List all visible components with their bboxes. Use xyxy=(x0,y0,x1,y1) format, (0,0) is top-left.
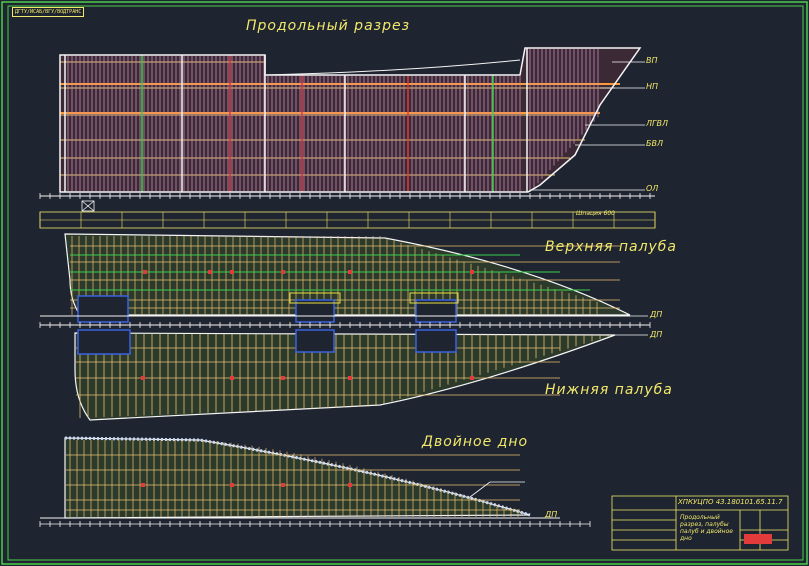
lower-deck-view xyxy=(39,322,651,421)
lower-deck-outline xyxy=(74,332,616,421)
upper-deck-title: Верхняя палуба xyxy=(545,239,678,255)
profile-hull-fill xyxy=(60,48,640,192)
double-bottom-outline xyxy=(64,437,531,519)
waterline-label-bvl: БВЛ xyxy=(646,139,663,148)
centerline-label-bottom: ДП xyxy=(545,510,558,519)
centerline-label-upper: ДП xyxy=(650,310,663,319)
waterline-label-np: НП xyxy=(646,82,659,91)
profile-title: Продольный разрез xyxy=(246,18,411,34)
waterline-label-vp: ВП xyxy=(646,56,658,65)
waterline-label-lgvl: ЛГВЛ xyxy=(646,119,668,128)
drawing-stamp: ДГТУ/ИСАБ/ВГУ/ВОДТРАНС xyxy=(12,7,85,17)
double-bottom-view xyxy=(39,436,591,527)
waterline-label-ol: ОЛ xyxy=(646,184,659,193)
title-block-code: ХПКУЦПО 43.180101.65.11.7 xyxy=(678,498,783,506)
drawing-canvas[interactable] xyxy=(0,0,809,566)
centerline-label-lower: ДП xyxy=(650,330,663,339)
lower-deck-title: Нижняя палуба xyxy=(545,382,673,398)
title-block-name: Продольный разрез, палубы палуб и двойно… xyxy=(680,514,733,542)
double-bottom-title: Двойное дно xyxy=(422,434,529,450)
spacing-label: Шпация 600 xyxy=(576,210,615,217)
profile-view xyxy=(39,47,656,229)
